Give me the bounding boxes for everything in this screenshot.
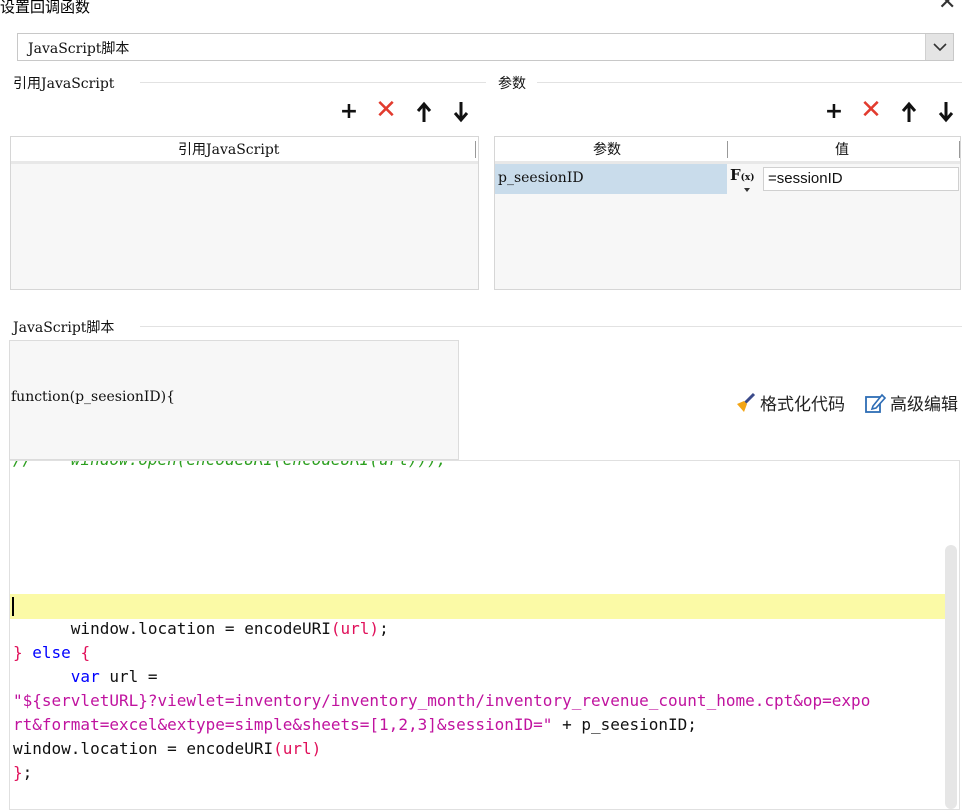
advanced-edit-button[interactable]: 高级编辑 (864, 390, 958, 415)
column-divider (959, 141, 960, 158)
code-token: ; (379, 619, 389, 638)
current-line-highlight (10, 594, 948, 619)
code-line-comment: // window.open(encodeURI(encodeURI(url))… (13, 461, 446, 469)
chevron-down-icon[interactable] (925, 34, 953, 60)
param-value-input[interactable]: =sessionID (763, 167, 959, 191)
param-move-up-button[interactable] (900, 101, 918, 127)
code-line-url-2: rt&format=excel&extype=simple&sheets=[1,… (13, 715, 697, 734)
code-token: } (13, 763, 23, 782)
code-token: var (70, 667, 100, 686)
param-name-cell[interactable]: p_seesionID (495, 164, 727, 194)
formula-icon-label: F (730, 166, 741, 184)
param-value-column-header[interactable]: 值 (835, 139, 849, 159)
ref-move-up-button[interactable] (415, 101, 433, 127)
script-group-divider (140, 326, 962, 327)
ref-js-header: 引用JavaScript (11, 137, 478, 164)
param-delete-button[interactable]: ✕ (860, 97, 882, 123)
column-divider (475, 141, 476, 158)
params-group-label: 参数 (498, 73, 528, 93)
code-token: window.location = encodeURI (13, 619, 331, 638)
editor-scrollbar[interactable] (945, 545, 957, 809)
script-type-value: JavaScript脚本 (28, 41, 130, 57)
ref-js-table: 引用JavaScript (10, 136, 479, 290)
text-caret (12, 597, 14, 616)
function-signature: function(p_seesionID){ (11, 389, 176, 405)
column-divider (727, 141, 728, 158)
code-token: (url) (330, 619, 380, 638)
code-line-closing: }; (13, 763, 32, 782)
edit-icon (865, 393, 886, 413)
code-token: else (22, 643, 81, 662)
code-token: url = (99, 667, 158, 686)
params-header: 参数 值 (495, 137, 960, 164)
script-group-label: JavaScript脚本 (13, 317, 117, 337)
code-token: (url) (273, 739, 322, 758)
close-icon[interactable]: ✕ (938, 0, 956, 14)
arrow-down-icon (453, 102, 469, 123)
arrow-up-icon (901, 101, 917, 122)
params-group-divider (537, 82, 962, 83)
broom-icon (737, 392, 756, 412)
param-name-column-header[interactable]: 参数 (593, 139, 621, 159)
format-code-label: 格式化代码 (760, 395, 845, 415)
code-editor[interactable]: // window.open(encodeURI(encodeURI(url))… (9, 460, 960, 810)
param-name: p_seesionID (498, 170, 584, 186)
code-line-window-location: window.location = encodeURI(url); (13, 619, 389, 638)
script-type-select[interactable]: JavaScript脚本 (17, 33, 954, 61)
formula-button[interactable]: F(x) (730, 166, 755, 192)
formula-icon-sub: (x) (740, 173, 755, 183)
dropdown-triangle-icon (744, 188, 750, 192)
code-token: } (13, 643, 23, 662)
table-row[interactable]: p_seesionID F(x) =sessionID (495, 164, 959, 194)
advanced-edit-label: 高级编辑 (890, 395, 958, 415)
ref-add-button[interactable]: + (338, 101, 360, 123)
param-move-down-button[interactable] (937, 101, 955, 127)
code-token: ; (22, 763, 33, 782)
code-line-else: } else { (13, 643, 90, 662)
arrow-down-icon (938, 102, 954, 123)
format-code-button[interactable]: 格式化代码 (734, 390, 845, 415)
code-token: rt&format=excel&extype=simple&sheets=[1,… (13, 715, 553, 734)
ref-move-down-button[interactable] (452, 101, 470, 127)
params-table: 参数 值 p_seesionID F(x) =sessionID (494, 136, 961, 290)
ref-group-divider (140, 82, 486, 83)
code-line-window-location-2: window.location = encodeURI(url) (13, 739, 321, 758)
code-token: window.location = encodeURI (13, 739, 274, 758)
param-add-button[interactable]: + (823, 101, 845, 123)
code-token: { (80, 643, 91, 662)
param-value: =sessionID (768, 170, 843, 187)
ref-group-label: 引用JavaScript (13, 73, 117, 93)
code-token: + p_seesionID; (552, 715, 697, 734)
arrow-up-icon (416, 101, 432, 122)
ref-js-column-header[interactable]: 引用JavaScript (178, 139, 279, 159)
code-line-url-1: "${servletURL}?viewlet=inventory/invento… (13, 691, 871, 710)
ref-delete-button[interactable]: ✕ (375, 97, 397, 123)
dialog-title: 设置回调函数 (0, 0, 91, 16)
code-line-var: var url = (13, 667, 158, 686)
